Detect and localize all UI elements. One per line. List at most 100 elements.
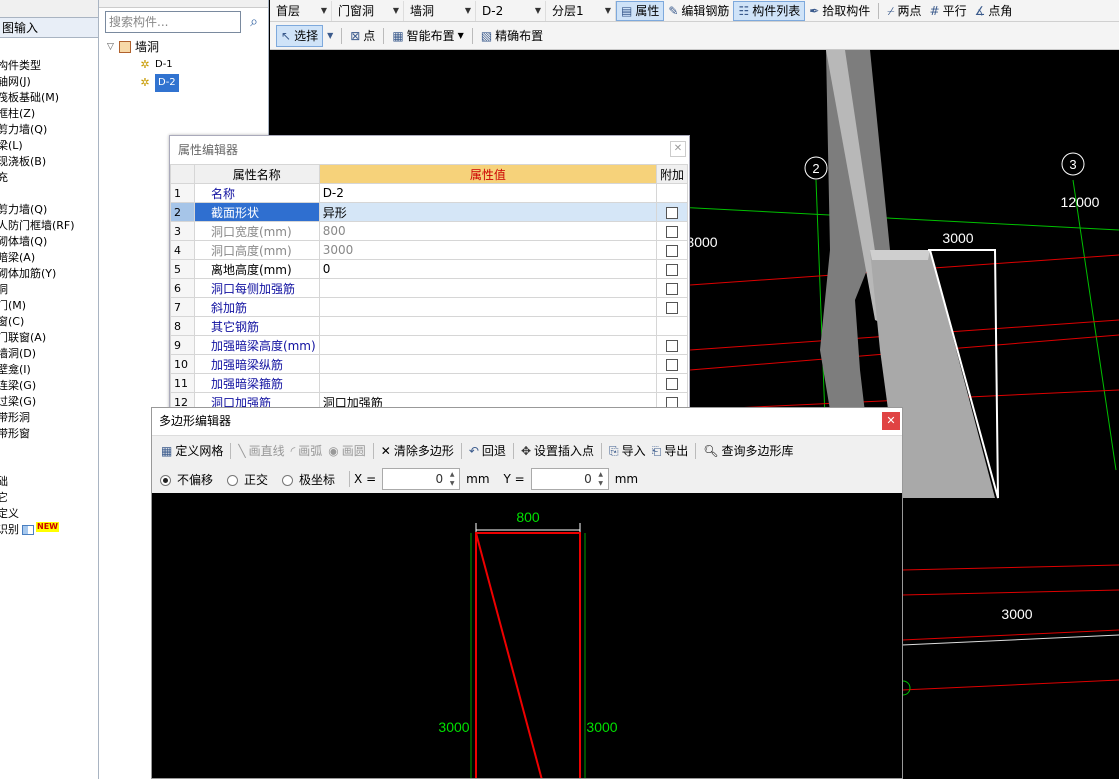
component-type-item[interactable]: 暗梁(A) <box>0 250 98 266</box>
component-type-item[interactable]: 墙洞(D) <box>0 346 98 362</box>
precise-layout-button[interactable]: ▧ 精确布置 <box>477 26 547 46</box>
property-editor-window[interactable]: 属性编辑器 ✕ 属性名称 属性值 附加 1 名称 D-2 2 截面形状 异形 3 洞口宽度(m… <box>169 135 690 412</box>
component-type-item[interactable] <box>0 458 98 474</box>
component-type-item[interactable]: 过梁(G) <box>0 394 98 410</box>
x-input[interactable]: 0 ▲ ▼ <box>382 468 461 490</box>
add-checkbox[interactable] <box>665 225 678 238</box>
property-value[interactable]: D-2 <box>318 183 657 203</box>
point-button[interactable]: ⊠ 点 <box>346 26 379 46</box>
component-type-item[interactable]: 现浇板(B) <box>0 154 98 170</box>
radio-no-offset[interactable]: 不偏移 <box>160 471 213 488</box>
component-type-item[interactable]: 框柱(Z) <box>0 106 98 122</box>
polygon-editor-titlebar[interactable]: 多边形编辑器 ✕ <box>152 408 902 435</box>
component-type-item[interactable]: 砌体加筋(Y) <box>0 266 98 282</box>
component-type-item[interactable] <box>0 442 98 458</box>
component-type-item[interactable]: 连梁(G) <box>0 378 98 394</box>
component-type-item[interactable]: 定义 <box>0 506 98 522</box>
radio-ortho[interactable]: 正交 <box>227 471 268 488</box>
component-type-item[interactable]: 门联窗(A) <box>0 330 98 346</box>
point-angle-button[interactable]: ∡ 点角 <box>971 1 1017 21</box>
component-type-item[interactable]: 轴网(J) <box>0 74 98 90</box>
property-value[interactable]: 0 <box>318 259 657 279</box>
search-icon[interactable]: ⌕ <box>243 11 265 33</box>
component-type-item[interactable]: 人防门框墙(RF) <box>0 218 98 234</box>
property-row[interactable]: 6 洞口每侧加强筋 <box>170 278 689 298</box>
define-grid-button[interactable]: ▦ 定义网格 <box>158 441 226 461</box>
component-list-button[interactable]: ☷ 构件列表 <box>733 0 806 21</box>
close-icon[interactable]: ✕ <box>670 141 686 157</box>
add-checkbox[interactable] <box>665 358 678 371</box>
set-insert-point-button[interactable]: ✥ 设置插入点 <box>518 441 597 461</box>
chevron-down-icon[interactable]: ▼ <box>327 31 333 40</box>
property-value[interactable] <box>318 373 657 393</box>
query-polygon-library-button[interactable]: 🔍︎ 查询多边形库 <box>700 441 796 461</box>
import-button[interactable]: ⎘ 导入 <box>606 441 649 461</box>
clear-polygon-button[interactable]: ✕ 清除多边形 <box>378 441 457 461</box>
close-icon[interactable]: ✕ <box>882 412 900 430</box>
component-type-item[interactable]: 剪力墙(Q) <box>0 122 98 138</box>
property-row[interactable]: 10 加强暗梁纵筋 <box>170 354 689 374</box>
tree-node-d2[interactable]: ✲ D-2 <box>107 74 179 92</box>
draw-line-button[interactable]: ╲ 画直线 <box>235 441 287 461</box>
component-type-item[interactable]: 砌体墙(Q) <box>0 234 98 250</box>
smart-layout-button[interactable]: ▦ 智能布置 ▼ <box>388 26 468 46</box>
component-type-item[interactable]: 础 <box>0 474 98 490</box>
collapse-icon[interactable]: ▽ <box>107 38 119 56</box>
component-type-item[interactable]: 它 <box>0 490 98 506</box>
property-row[interactable]: 7 斜加筋 <box>170 297 689 317</box>
property-row[interactable]: 2 截面形状 异形 <box>170 202 689 222</box>
component-type-item[interactable] <box>0 186 98 202</box>
polygon-editor-window[interactable]: 多边形编辑器 ✕ ▦ 定义网格 ╲ 画直线 ◜ 画弧 ◉ 画圆 ✕ 清除多边形 ↶ 回退 ✥… <box>151 407 903 779</box>
property-row[interactable]: 9 加强暗梁高度(mm) <box>170 335 689 355</box>
property-row[interactable]: 1 名称 D-2 <box>170 183 689 203</box>
property-value[interactable]: 3000 <box>318 240 657 260</box>
property-value[interactable] <box>318 354 657 374</box>
edit-rebar-button[interactable]: ✎ 编辑钢筋 <box>664 1 733 21</box>
draw-circle-button[interactable]: ◉ 画圆 <box>325 441 369 461</box>
component-type-item[interactable]: 构件类型 <box>0 58 98 74</box>
radio-polar[interactable]: 极坐标 <box>282 471 335 488</box>
component-type-item[interactable]: 充 <box>0 170 98 186</box>
component-type-item[interactable]: 窗(C) <box>0 314 98 330</box>
property-value[interactable]: 800 <box>318 221 657 241</box>
property-value[interactable] <box>318 316 657 336</box>
property-editor-titlebar[interactable]: 属性编辑器 ✕ <box>170 136 689 164</box>
component-type-item[interactable]: 洞 <box>0 282 98 298</box>
select-button[interactable]: ↖ 选择 <box>276 24 324 47</box>
add-checkbox[interactable] <box>665 339 678 352</box>
two-points-button[interactable]: ⌿ 两点 <box>883 1 925 21</box>
spinner-icon[interactable]: ▲ ▼ <box>446 470 458 488</box>
component-type-item[interactable]: 带形窗 <box>0 426 98 442</box>
property-value[interactable] <box>318 278 657 298</box>
component-type-item[interactable]: 带形洞 <box>0 410 98 426</box>
component-type-item[interactable]: 梁(L) <box>0 138 98 154</box>
component-type-item[interactable]: 筏板基础(M) <box>0 90 98 106</box>
floor-dropdown[interactable]: 首层 ▼ <box>270 0 332 21</box>
property-row[interactable]: 3 洞口宽度(mm) 800 <box>170 221 689 241</box>
add-checkbox[interactable] <box>665 263 678 276</box>
spinner-icon[interactable]: ▲ ▼ <box>595 470 607 488</box>
add-checkbox[interactable] <box>665 206 678 219</box>
polygon-canvas[interactable]: 800 3000 3000 <box>152 493 902 778</box>
property-value[interactable]: 异形 <box>318 202 657 222</box>
component-type-item[interactable]: 识别 NEW <box>0 522 98 538</box>
property-button[interactable]: ▤ 属性 <box>616 0 665 21</box>
layer-dropdown[interactable]: 分层1 ▼ <box>546 0 616 21</box>
undo-button[interactable]: ↶ 回退 <box>466 441 509 461</box>
add-checkbox[interactable] <box>665 377 678 390</box>
component-type-item[interactable]: 壁龛(I) <box>0 362 98 378</box>
tree-node-d1[interactable]: ✲ D-1 <box>107 56 179 74</box>
component-dropdown[interactable]: D-2 ▼ <box>476 0 546 21</box>
property-row[interactable]: 4 洞口高度(mm) 3000 <box>170 240 689 260</box>
draw-arc-button[interactable]: ◜ 画弧 <box>288 441 326 461</box>
export-button[interactable]: ⎗ 导出 <box>649 441 692 461</box>
y-input[interactable]: 0 ▲ ▼ <box>530 468 609 490</box>
add-checkbox[interactable] <box>665 282 678 295</box>
property-row[interactable]: 5 离地高度(mm) 0 <box>170 259 689 279</box>
category-dropdown[interactable]: 门窗洞 ▼ <box>332 0 404 21</box>
type-dropdown[interactable]: 墙洞 ▼ <box>404 0 476 21</box>
component-type-item[interactable]: 剪力墙(Q) <box>0 202 98 218</box>
add-checkbox[interactable] <box>665 301 678 314</box>
add-checkbox[interactable] <box>665 244 678 257</box>
component-type-item[interactable]: 门(M) <box>0 298 98 314</box>
